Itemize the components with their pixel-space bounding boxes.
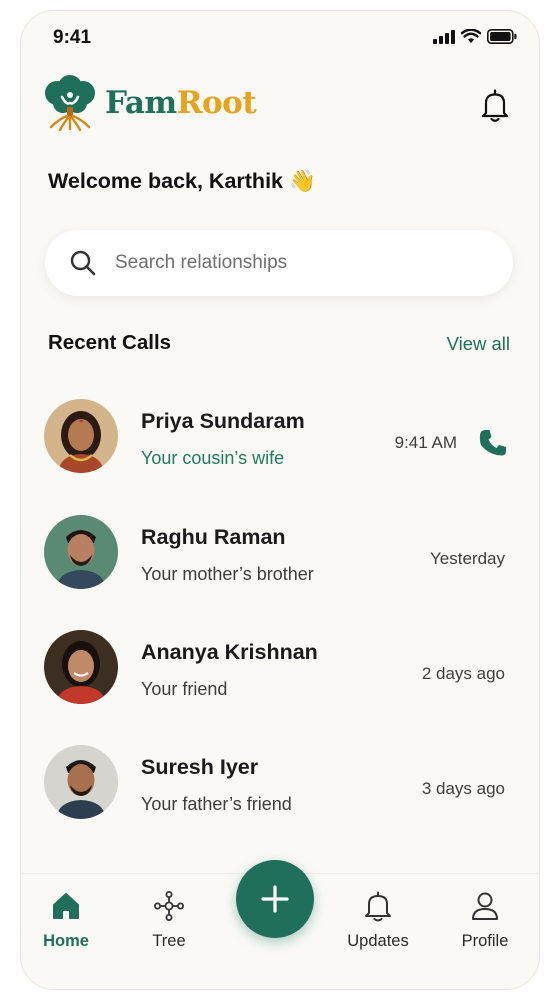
contact-name: Raghu Raman (141, 525, 286, 549)
signal-icon (433, 29, 455, 44)
call-item[interactable]: Suresh Iyer Your father’s friend 3 days … (21, 737, 539, 837)
status-icons (433, 29, 517, 44)
notifications-button[interactable] (477, 87, 513, 125)
bottom-navigation: Home Tree Updates Profile (21, 860, 539, 989)
nav-profile[interactable]: Profile (440, 890, 530, 951)
nav-home-label: Home (43, 932, 89, 950)
app-name-part1: Fam (105, 85, 177, 121)
contact-relationship: Your mother’s brother (141, 564, 314, 584)
call-time: 9:41 AM (394, 433, 457, 452)
user-icon (472, 892, 498, 920)
recent-calls-title: Recent Calls (48, 331, 172, 354)
contact-relationship: Your friend (141, 679, 228, 699)
contact-relationship: Your cousin’s wife (141, 448, 285, 468)
home-icon (53, 893, 79, 919)
avatar (44, 515, 118, 589)
wifi-icon (461, 29, 481, 43)
app-logo: FamRoot (43, 75, 257, 131)
bell-icon (481, 89, 509, 122)
welcome-message: Welcome back, Karthik 👋 (48, 169, 316, 193)
call-item[interactable]: Raghu Raman Your mother’s brother Yester… (21, 507, 539, 607)
tree-logo-icon (45, 75, 95, 131)
call-time: 2 days ago (421, 664, 505, 683)
avatar (44, 399, 118, 473)
status-bar: 9:41 (21, 11, 539, 67)
avatar (44, 745, 118, 819)
call-item[interactable]: Ananya Krishnan Your friend 2 days ago (21, 622, 539, 722)
nav-tree-label: Tree (152, 932, 186, 950)
add-button[interactable] (236, 860, 314, 938)
phone-icon (479, 430, 506, 456)
call-button[interactable] (477, 427, 509, 459)
nav-updates[interactable]: Updates (333, 890, 423, 951)
plus-icon (261, 885, 289, 913)
app-name-part2: Root (176, 85, 257, 121)
bell-icon (365, 891, 391, 922)
app-header: FamRoot (21, 73, 539, 143)
search-icon (69, 249, 97, 277)
view-all-link[interactable]: View all (447, 333, 510, 355)
nav-tree[interactable]: Tree (124, 890, 214, 951)
call-time: Yesterday (430, 549, 505, 568)
search-bar[interactable] (45, 230, 513, 296)
nav-profile-label: Profile (461, 932, 509, 950)
contact-name: Ananya Krishnan (141, 640, 318, 664)
tree-network-icon (154, 891, 184, 921)
contact-name: Priya Sundaram (141, 409, 305, 433)
call-time: 3 days ago (421, 779, 505, 798)
call-item[interactable]: Priya Sundaram Your cousin’s wife 9:41 A… (21, 391, 539, 491)
contact-relationship: Your father’s friend (141, 794, 292, 814)
phone-screen: 9:41 FamRoot Welcome back, Karthik 👋 Sea… (20, 10, 540, 990)
battery-icon (487, 29, 517, 44)
app-name: FamRoot (105, 85, 257, 121)
nav-home[interactable]: Home (21, 890, 111, 951)
nav-updates-label: Updates (347, 932, 409, 950)
avatar (44, 630, 118, 704)
search-input[interactable] (115, 252, 475, 274)
contact-name: Suresh Iyer (141, 755, 259, 779)
status-time: 9:41 (53, 27, 92, 48)
